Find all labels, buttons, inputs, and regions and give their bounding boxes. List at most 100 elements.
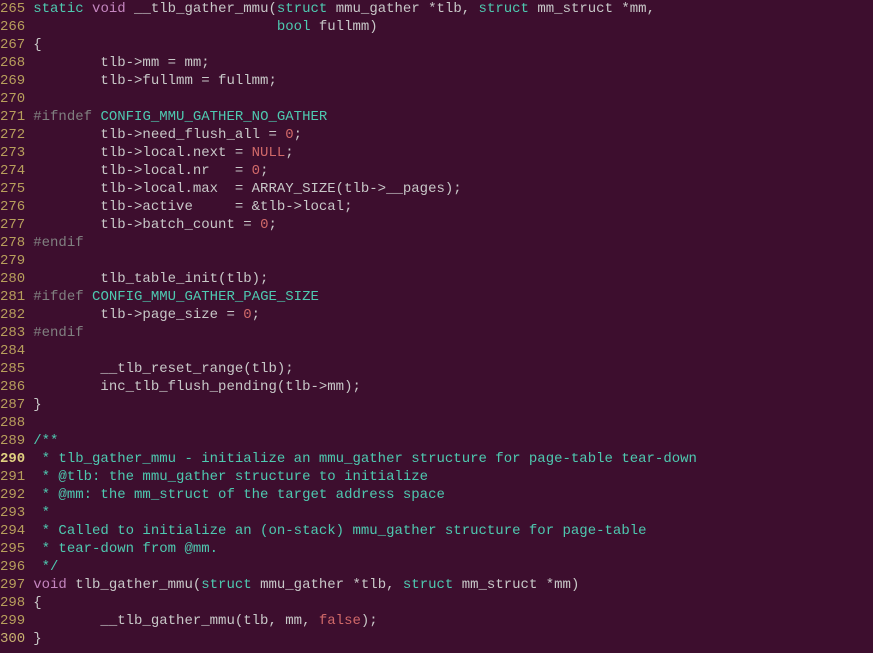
code-line[interactable]: inc_tlb_flush_pending(tlb->mm); xyxy=(33,378,873,396)
code-line[interactable]: } xyxy=(33,630,873,648)
code-line[interactable]: tlb->page_size = 0; xyxy=(33,306,873,324)
code-line[interactable]: * tear-down from @mm. xyxy=(33,540,873,558)
line-number: 280 xyxy=(0,270,25,288)
code-line[interactable]: { xyxy=(33,594,873,612)
code-token: 0 xyxy=(243,307,251,323)
code-line[interactable]: #endif xyxy=(33,234,873,252)
code-token: } xyxy=(33,397,41,413)
line-number: 271 xyxy=(0,108,25,126)
code-token: struct xyxy=(403,577,453,593)
line-number: 267 xyxy=(0,36,25,54)
code-token: tlb->local.nr = xyxy=(33,163,251,179)
line-number: 285 xyxy=(0,360,25,378)
line-number: 282 xyxy=(0,306,25,324)
code-line[interactable]: /** xyxy=(33,432,873,450)
code-token: tlb->local.next = xyxy=(33,145,251,161)
code-line[interactable] xyxy=(33,414,873,432)
code-token: tlb->local.max = ARRAY_SIZE(tlb->__pages… xyxy=(33,181,461,197)
code-line[interactable]: #ifndef CONFIG_MMU_GATHER_NO_GATHER xyxy=(33,108,873,126)
code-line[interactable]: tlb->fullmm = fullmm; xyxy=(33,72,873,90)
code-line[interactable]: tlb_table_init(tlb); xyxy=(33,270,873,288)
code-token: __tlb_reset_range(tlb); xyxy=(33,361,293,377)
code-token: } xyxy=(33,631,41,647)
code-token xyxy=(33,19,277,35)
code-line[interactable]: #endif xyxy=(33,324,873,342)
code-token: * @tlb: the mmu_gather structure to init… xyxy=(33,469,428,485)
code-token: tlb->batch_count = xyxy=(33,217,260,233)
code-line[interactable]: __tlb_reset_range(tlb); xyxy=(33,360,873,378)
code-token: tlb_table_init(tlb); xyxy=(33,271,268,287)
line-number: 291 xyxy=(0,468,25,486)
code-token: #endif xyxy=(33,235,83,251)
code-token: 0 xyxy=(252,163,260,179)
code-line[interactable]: static void __tlb_gather_mmu(struct mmu_… xyxy=(33,0,873,18)
code-token: CONFIG_MMU_GATHER_NO_GATHER xyxy=(100,109,327,125)
code-token: #ifndef xyxy=(33,109,92,125)
line-number: 289 xyxy=(0,432,25,450)
line-number: 287 xyxy=(0,396,25,414)
code-line[interactable]: void tlb_gather_mmu(struct mmu_gather *t… xyxy=(33,576,873,594)
code-token: CONFIG_MMU_GATHER_PAGE_SIZE xyxy=(92,289,319,305)
code-token: ; xyxy=(252,307,260,323)
code-line[interactable]: } xyxy=(33,396,873,414)
code-token: void xyxy=(33,577,67,593)
line-number: 290 xyxy=(0,450,25,468)
code-token: ; xyxy=(285,145,293,161)
code-token: fullmm) xyxy=(310,19,377,35)
line-number: 273 xyxy=(0,144,25,162)
code-line[interactable]: * Called to initialize an (on-stack) mmu… xyxy=(33,522,873,540)
line-number: 295 xyxy=(0,540,25,558)
code-content[interactable]: static void __tlb_gather_mmu(struct mmu_… xyxy=(33,0,873,648)
code-line[interactable] xyxy=(33,342,873,360)
line-number: 283 xyxy=(0,324,25,342)
code-token: ; xyxy=(294,127,302,143)
line-number: 266 xyxy=(0,18,25,36)
line-number: 294 xyxy=(0,522,25,540)
code-line[interactable]: tlb->need_flush_all = 0; xyxy=(33,126,873,144)
code-token: { xyxy=(33,37,41,53)
line-number-gutter: 2652662672682692702712722732742752762772… xyxy=(0,0,33,648)
code-token: ; xyxy=(268,217,276,233)
code-line[interactable]: * tlb_gather_mmu - initialize an mmu_gat… xyxy=(33,450,873,468)
code-line[interactable]: tlb->local.nr = 0; xyxy=(33,162,873,180)
code-token: mmu_gather *tlb, xyxy=(252,577,403,593)
line-number: 268 xyxy=(0,54,25,72)
code-line[interactable]: * @mm: the mm_struct of the target addre… xyxy=(33,486,873,504)
code-token: __tlb_gather_mmu(tlb, mm, xyxy=(33,613,319,629)
code-token: tlb->need_flush_all = xyxy=(33,127,285,143)
code-line[interactable]: tlb->batch_count = 0; xyxy=(33,216,873,234)
code-line[interactable]: * @tlb: the mmu_gather structure to init… xyxy=(33,468,873,486)
code-line[interactable]: * xyxy=(33,504,873,522)
line-number: 274 xyxy=(0,162,25,180)
code-line[interactable]: tlb->mm = mm; xyxy=(33,54,873,72)
code-line[interactable]: bool fullmm) xyxy=(33,18,873,36)
code-line[interactable]: { xyxy=(33,36,873,54)
line-number: 281 xyxy=(0,288,25,306)
code-line[interactable]: tlb->local.max = ARRAY_SIZE(tlb->__pages… xyxy=(33,180,873,198)
code-line[interactable]: #ifdef CONFIG_MMU_GATHER_PAGE_SIZE xyxy=(33,288,873,306)
code-token: 0 xyxy=(285,127,293,143)
code-token: ); xyxy=(361,613,378,629)
code-line[interactable] xyxy=(33,90,873,108)
code-token: tlb_gather_mmu( xyxy=(67,577,201,593)
code-line[interactable] xyxy=(33,252,873,270)
code-editor[interactable]: 2652662672682692702712722732742752762772… xyxy=(0,0,873,648)
code-token: mm_struct *mm) xyxy=(453,577,579,593)
code-token: struct xyxy=(201,577,251,593)
line-number: 265 xyxy=(0,0,25,18)
code-token: * @mm: the mm_struct of the target addre… xyxy=(33,487,445,503)
code-token: mm_struct *mm, xyxy=(529,1,655,17)
code-token: tlb->page_size = xyxy=(33,307,243,323)
code-line[interactable]: tlb->active = &tlb->local; xyxy=(33,198,873,216)
code-token xyxy=(84,289,92,305)
line-number: 276 xyxy=(0,198,25,216)
line-number: 297 xyxy=(0,576,25,594)
code-token: tlb->fullmm = fullmm; xyxy=(33,73,277,89)
code-line[interactable]: __tlb_gather_mmu(tlb, mm, false); xyxy=(33,612,873,630)
code-token: ; xyxy=(260,163,268,179)
code-token: * tlb_gather_mmu - initialize an mmu_gat… xyxy=(33,451,697,467)
code-line[interactable]: tlb->local.next = NULL; xyxy=(33,144,873,162)
code-token: struct xyxy=(479,1,529,17)
line-number: 269 xyxy=(0,72,25,90)
code-line[interactable]: */ xyxy=(33,558,873,576)
